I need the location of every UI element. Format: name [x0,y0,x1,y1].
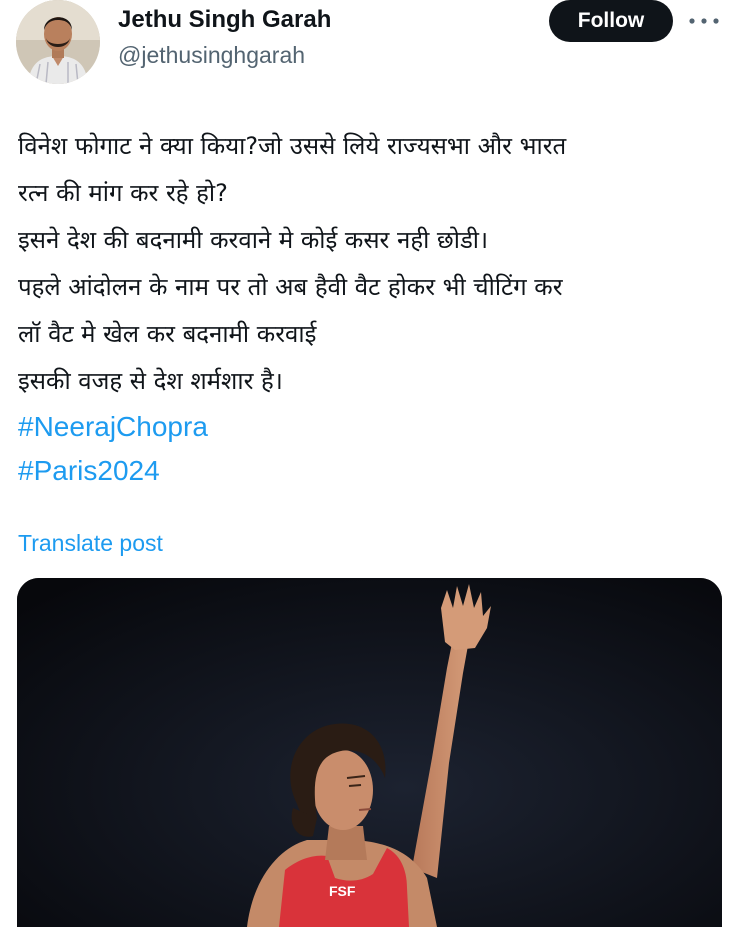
more-horizontal-icon [689,18,719,24]
hashtag-link-neerajchopra[interactable]: #NeerajChopra [18,405,728,449]
translate-post-link[interactable]: Translate post [18,526,163,560]
author-handle[interactable]: @jethusinghgarah [118,40,305,70]
wrestler-photo: FSF [17,578,722,927]
tweet-card: Jethu Singh Garah @jethusinghgarah Follo… [0,0,739,927]
author-avatar[interactable] [16,0,100,84]
jersey-logo-text: FSF [329,883,356,899]
post-text-line: रत्न की मांग कर रहे हो? [18,179,228,207]
more-options-button[interactable] [684,6,724,36]
post-text-line: विनेश फोगाट ने क्या किया?जो उससे लिये रा… [18,132,567,160]
post-text-line: इसने देश की बदनामी करवाने मे कोई कसर नही… [18,226,489,254]
follow-button[interactable]: Follow [549,0,673,42]
hashtag-link-paris2024[interactable]: #Paris2024 [18,449,728,493]
post-text: विनेश फोगाट ने क्या किया?जो उससे लिये रा… [18,123,728,493]
profile-photo-icon [16,0,100,84]
post-text-line: लॉ वैट मे खेल कर बदनामी करवाई [18,320,317,348]
post-text-line: इसकी वजह से देश शर्मशार है। [18,367,283,395]
post-text-line: पहले आंदोलन के नाम पर तो अब हैवी वैट होक… [18,273,563,301]
post-media-image[interactable]: FSF [17,578,722,927]
author-name[interactable]: Jethu Singh Garah [118,4,331,36]
